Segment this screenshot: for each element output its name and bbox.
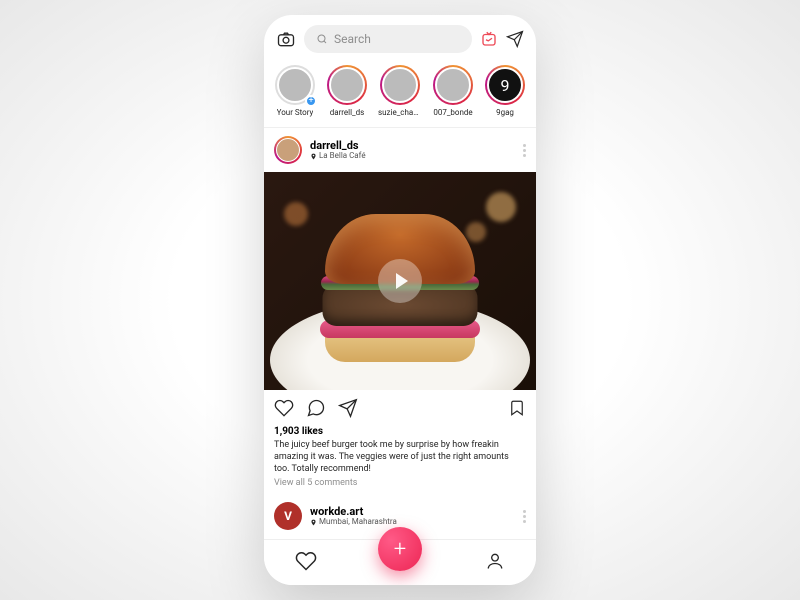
story-item[interactable]: darrell_ds <box>326 65 368 117</box>
story-item[interactable]: 9 9gag <box>484 65 526 117</box>
search-placeholder: Search <box>334 32 371 46</box>
play-icon[interactable] <box>378 259 422 303</box>
likes-count[interactable]: 1,903 likes <box>274 426 526 437</box>
post-media[interactable] <box>264 172 536 390</box>
share-icon[interactable] <box>338 398 358 422</box>
post-location[interactable]: Mumbai, Maharashtra <box>310 518 515 527</box>
post-caption: The juicy beef burger took me by surpris… <box>274 439 526 475</box>
stories-row[interactable]: + Your Story darrell_ds suzie_chaan 007_… <box>264 59 536 128</box>
create-post-fab[interactable]: + <box>378 527 422 571</box>
igtv-icon[interactable] <box>480 30 498 48</box>
like-icon[interactable] <box>274 398 294 422</box>
search-input[interactable]: Search <box>304 25 472 53</box>
story-label: suzie_chaan <box>378 108 422 117</box>
view-comments-link[interactable]: View all 5 comments <box>274 478 526 488</box>
story-label: 007_bonde <box>433 108 472 117</box>
story-your-story[interactable]: + Your Story <box>274 65 316 117</box>
camera-icon[interactable] <box>276 29 296 49</box>
add-story-badge: + <box>305 95 317 107</box>
post-header: darrell_ds La Bella Café <box>264 128 536 172</box>
story-label: darrell_ds <box>330 108 365 117</box>
post-username[interactable]: darrell_ds <box>310 140 515 152</box>
nav-activity-icon[interactable] <box>295 550 317 576</box>
post-avatar[interactable] <box>274 136 302 164</box>
post-location[interactable]: La Bella Café <box>310 152 515 161</box>
top-bar: Search <box>264 15 536 59</box>
story-label: Your Story <box>277 108 314 117</box>
more-icon[interactable] <box>523 144 526 157</box>
post-actions <box>264 390 536 426</box>
more-icon[interactable] <box>523 510 526 523</box>
post-meta: 1,903 likes The juicy beef burger took m… <box>264 426 536 496</box>
send-icon[interactable] <box>506 30 524 48</box>
nav-profile-icon[interactable] <box>485 551 505 575</box>
feed-scroll[interactable]: darrell_ds La Bella Café <box>264 128 536 585</box>
story-label: 9gag <box>496 108 514 117</box>
bookmark-icon[interactable] <box>508 399 526 421</box>
comment-icon[interactable] <box>306 398 326 422</box>
story-item[interactable]: 007_bonde <box>432 65 474 117</box>
post-avatar[interactable]: V <box>274 502 302 530</box>
phone-frame: Search + Your Story darrell_ds suzie_cha… <box>264 15 536 585</box>
story-item[interactable]: suzie_chaan <box>378 65 422 117</box>
